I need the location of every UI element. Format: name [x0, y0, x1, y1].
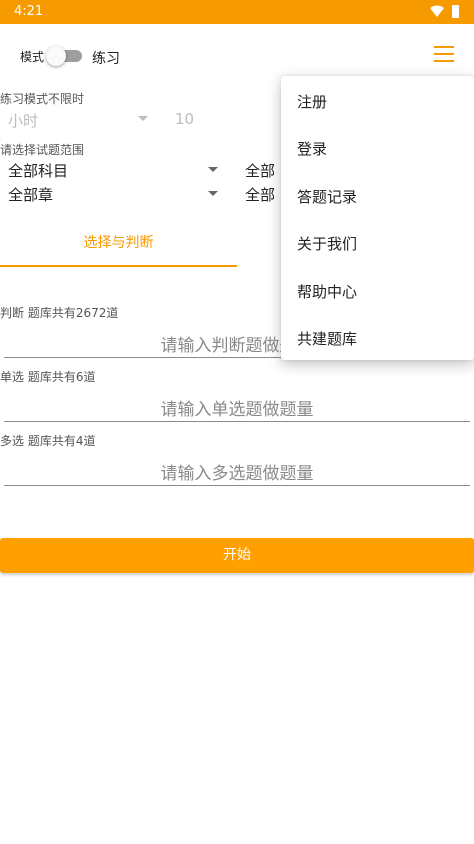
hamburger-menu-icon[interactable] [430, 42, 458, 66]
menu-item-answer-records[interactable]: 答题记录 [297, 186, 357, 207]
hours-select[interactable]: 小时 [8, 110, 38, 131]
chevron-down-icon [138, 116, 148, 121]
right-top-select[interactable]: 全部 [245, 160, 275, 181]
status-bar: 4:21 [0, 0, 474, 24]
right-bottom-select[interactable]: 全部 [245, 184, 275, 205]
chevron-down-icon [208, 167, 218, 172]
menu-item-about-us[interactable]: 关于我们 [297, 233, 357, 254]
practice-label: 练习 [92, 51, 120, 67]
chapter-select[interactable]: 全部章 [8, 184, 53, 205]
menu-item-login[interactable]: 登录 [297, 138, 327, 159]
menu-item-co-build-question-bank[interactable]: 共建题库 [297, 328, 357, 349]
mode-label: 模式 [20, 50, 45, 64]
menu-item-help-center[interactable]: 帮助中心 [297, 281, 357, 302]
subject-select[interactable]: 全部科目 [8, 160, 68, 181]
no-time-limit-label: 练习模式不限时 [0, 92, 85, 106]
minutes-value[interactable]: 10 [175, 110, 194, 128]
scope-label: 请选择试题范围 [0, 143, 85, 157]
menu-item-register[interactable]: 注册 [297, 91, 327, 112]
overflow-popup-menu: 注册 登录 答题记录 关于我们 帮助中心 共建题库 [281, 76, 474, 360]
single-choice-count-label: 单选 题库共有6道 [0, 370, 96, 384]
tab-choice-and-judgement[interactable]: 选择与判断 [0, 232, 237, 252]
single-choice-quantity-input[interactable]: 请输入单选题做题量 [4, 391, 470, 422]
status-time: 4:21 [14, 4, 44, 19]
start-button[interactable]: 开始 [0, 538, 474, 573]
switch-thumb [46, 46, 66, 66]
single-choice-placeholder: 请输入单选题做题量 [160, 400, 314, 420]
multi-choice-quantity-input[interactable]: 请输入多选题做题量 [4, 455, 470, 486]
mode-toggle-switch[interactable] [46, 46, 82, 66]
wifi-icon [430, 5, 444, 17]
battery-icon [452, 5, 459, 18]
multi-choice-placeholder: 请输入多选题做题量 [160, 464, 314, 484]
multi-choice-count-label: 多选 题库共有4道 [0, 434, 96, 448]
chevron-down-icon [208, 191, 218, 196]
tab-indicator [0, 265, 237, 267]
judgement-count-label: 判断 题库共有2672道 [0, 306, 119, 320]
